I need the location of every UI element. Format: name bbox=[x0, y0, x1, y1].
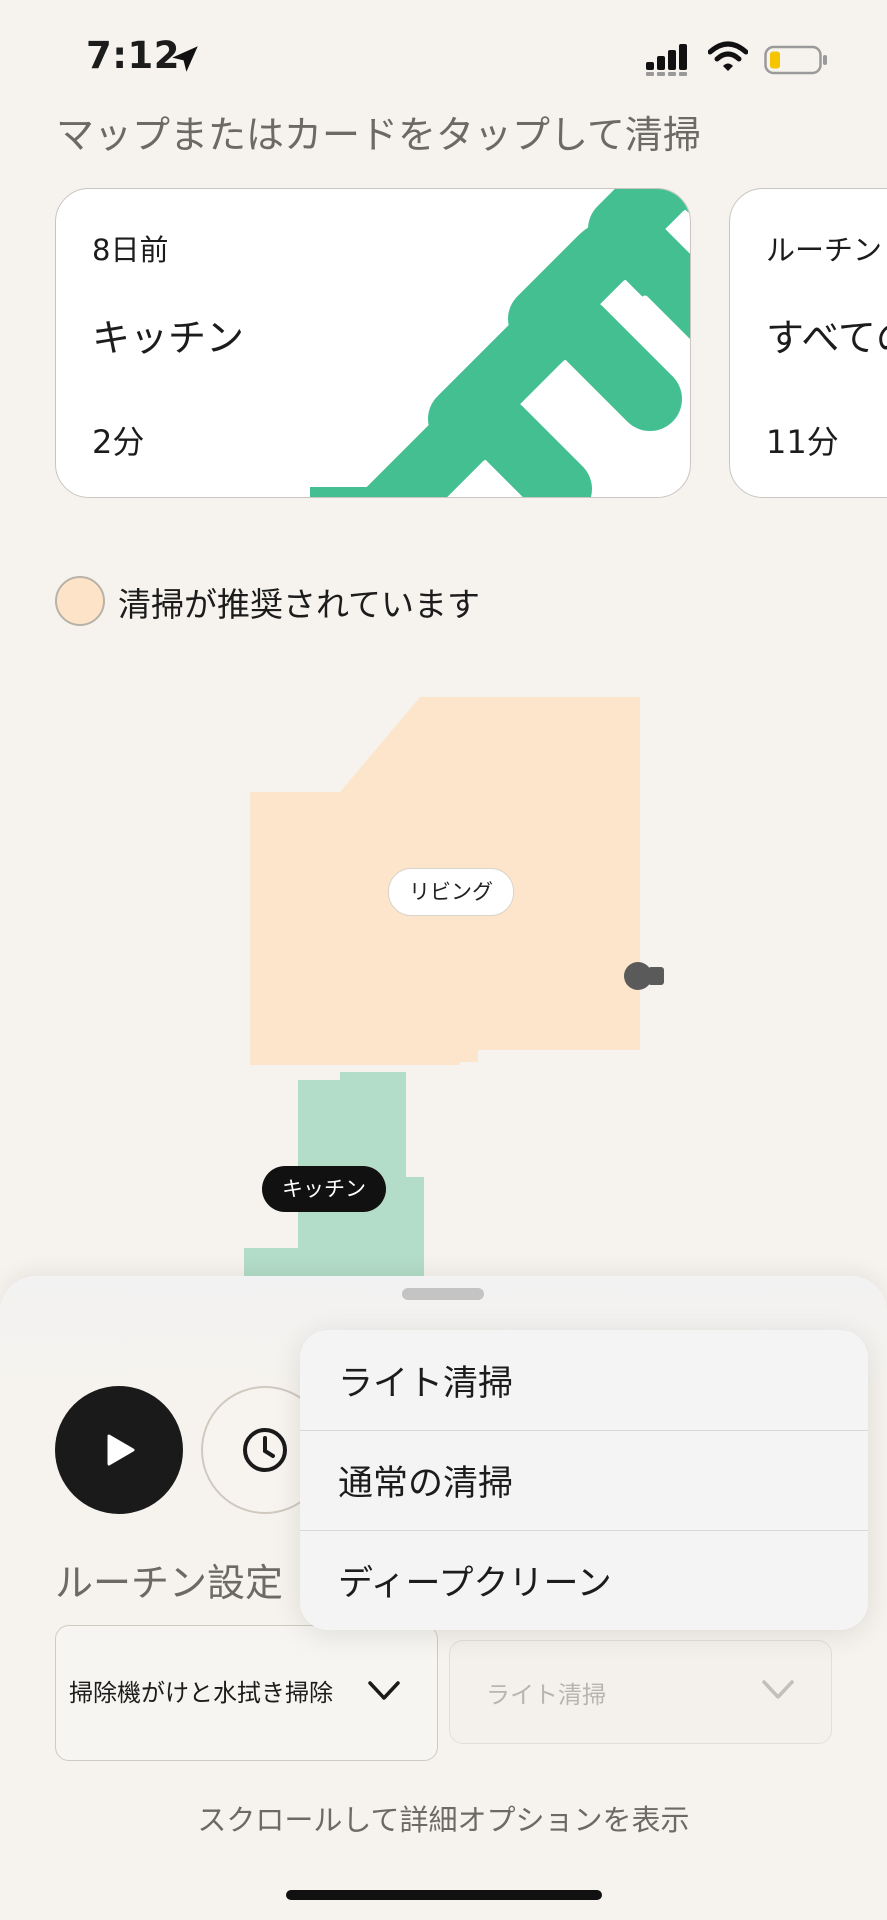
cleaning-path-illustration bbox=[310, 189, 690, 497]
room-label-living[interactable]: リビング bbox=[388, 868, 514, 916]
card-duration: 2分 bbox=[92, 423, 145, 461]
room-label-kitchen[interactable]: キッチン bbox=[262, 1166, 386, 1212]
menu-item-deep[interactable]: ディープクリーン bbox=[300, 1530, 868, 1630]
scroll-hint: スクロールして詳細オプションを表示 bbox=[197, 1803, 690, 1837]
signal-icon bbox=[646, 44, 687, 76]
instruction-text: マップまたはカードをタップして清掃 bbox=[56, 113, 701, 157]
chevron-down-icon bbox=[762, 1680, 794, 1699]
menu-item-normal[interactable]: 通常の清掃 bbox=[300, 1430, 868, 1530]
intensity-menu: ライト清掃 通常の清掃 ディープクリーン bbox=[300, 1330, 868, 1630]
battery-icon bbox=[764, 45, 827, 75]
sheet-grabber[interactable] bbox=[402, 1288, 484, 1300]
play-icon bbox=[107, 1434, 135, 1466]
menu-item-light[interactable]: ライト清掃 bbox=[300, 1330, 868, 1430]
card-room-name: キッチン bbox=[92, 316, 245, 360]
clean-mode-select[interactable]: 掃除機がけと水拭き掃除 bbox=[55, 1625, 438, 1761]
intensity-value: ライト清掃 bbox=[486, 1680, 606, 1709]
chevron-down-icon bbox=[368, 1681, 400, 1700]
robot-icon bbox=[624, 962, 664, 990]
card-when: 8日前 bbox=[92, 233, 169, 267]
card-when: ルーチン bbox=[766, 233, 883, 267]
card-room-name: すべての bbox=[766, 316, 887, 360]
recommended-legend-label: 清掃が推奨されています bbox=[118, 585, 481, 624]
floor-map[interactable] bbox=[0, 680, 887, 1280]
recent-clean-card-kitchen[interactable]: 8日前 キッチン 2分 bbox=[55, 188, 691, 498]
home-indicator[interactable] bbox=[286, 1890, 602, 1900]
clean-mode-value: 掃除機がけと水拭き掃除 bbox=[69, 1679, 333, 1707]
intensity-select[interactable]: ライト清掃 bbox=[449, 1640, 832, 1744]
wifi-icon bbox=[708, 41, 748, 71]
routine-settings-title: ルーチン設定 bbox=[55, 1561, 284, 1605]
routine-card-all[interactable]: ルーチン すべての 11分 bbox=[729, 188, 887, 498]
card-duration: 11分 bbox=[766, 423, 839, 461]
location-arrow-icon bbox=[172, 46, 198, 72]
start-clean-button[interactable] bbox=[55, 1386, 183, 1514]
status-time: 7:12 bbox=[86, 34, 181, 77]
clock-icon bbox=[243, 1428, 287, 1472]
recommended-legend-swatch bbox=[55, 576, 105, 626]
